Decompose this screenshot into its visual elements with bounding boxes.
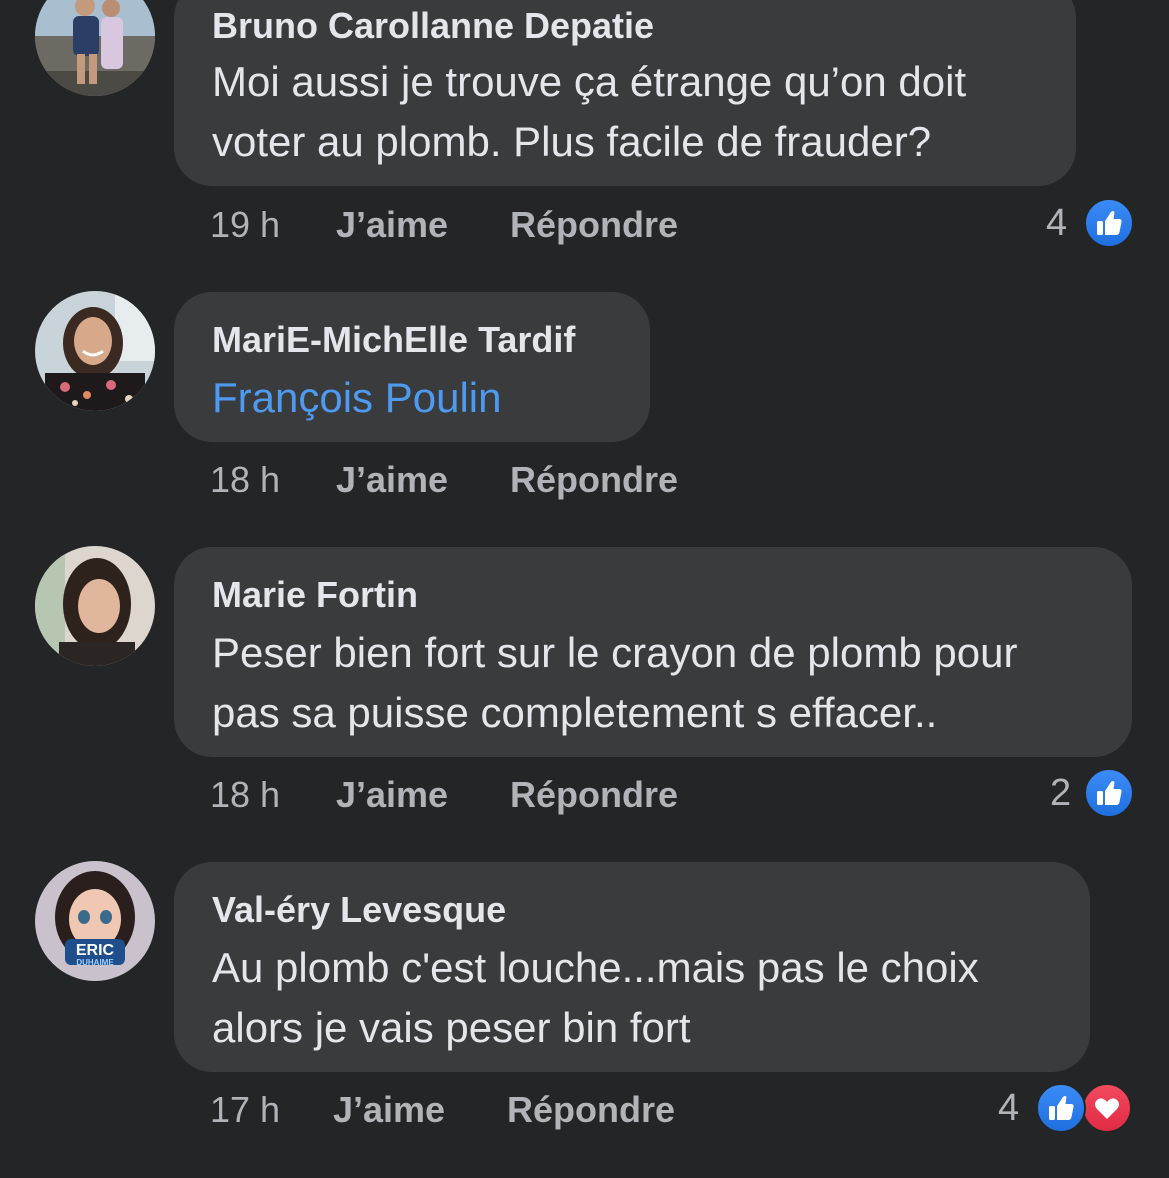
comment-timestamp[interactable]: 18 h [210, 459, 280, 501]
comment-author[interactable]: Marie Fortin [212, 574, 418, 616]
comment-timestamp[interactable]: 18 h [210, 774, 280, 816]
comment-text: Au plomb c'est louche...mais pas le choi… [212, 938, 979, 1058]
svg-text:DUHAIME: DUHAIME [76, 958, 114, 967]
comment-bubble: Marie Fortin Peser bien fort sur le cray… [174, 547, 1132, 757]
reaction-count: 2 [1050, 772, 1072, 814]
svg-text:ERIC: ERIC [76, 942, 115, 959]
like-button[interactable]: J’aime [336, 774, 448, 816]
reaction-count: 4 [998, 1087, 1020, 1129]
like-icon [1084, 768, 1134, 818]
comment-author[interactable]: Bruno Carollanne Depatie [212, 5, 654, 47]
avatar[interactable] [35, 0, 155, 96]
comments-feed: Bruno Carollanne Depatie Moi aussi je tr… [0, 0, 1169, 1178]
comment-bubble: MariE-MichElle Tardif François Poulin [174, 292, 650, 442]
comment-text: Peser bien fort sur le crayon de plomb p… [212, 623, 1017, 743]
reply-button[interactable]: Répondre [510, 459, 678, 501]
comment-text-line: voter au plomb. Plus facile de frauder? [212, 118, 932, 165]
reaction-count: 4 [1046, 202, 1068, 244]
comment-text: François Poulin [212, 368, 501, 428]
like-button[interactable]: J’aime [333, 1089, 445, 1131]
comment-text: Moi aussi je trouve ça étrange qu’on doi… [212, 52, 966, 172]
mention-link[interactable]: François Poulin [212, 368, 501, 428]
comment-text-line: Moi aussi je trouve ça étrange qu’on doi… [212, 58, 967, 105]
reaction-summary[interactable]: 4 [1040, 198, 1140, 250]
reply-button[interactable]: Répondre [510, 774, 678, 816]
like-icon [1036, 1083, 1086, 1133]
comment-author[interactable]: MariE-MichElle Tardif [212, 319, 575, 361]
reply-button[interactable]: Répondre [507, 1089, 675, 1131]
reaction-summary[interactable]: 4 [992, 1083, 1137, 1135]
love-icon [1082, 1083, 1132, 1133]
comment-text-line: alors je vais peser bin fort [212, 1004, 691, 1051]
like-icon [1084, 198, 1134, 248]
avatar[interactable] [35, 546, 155, 666]
avatar[interactable]: ERIC DUHAIME [35, 861, 155, 981]
like-button[interactable]: J’aime [336, 204, 448, 246]
comment-author[interactable]: Val-éry Levesque [212, 889, 506, 931]
comment-bubble: Val-éry Levesque Au plomb c'est louche..… [174, 862, 1090, 1072]
reply-button[interactable]: Répondre [510, 204, 678, 246]
comment-timestamp[interactable]: 17 h [210, 1089, 280, 1131]
comment-bubble: Bruno Carollanne Depatie Moi aussi je tr… [174, 0, 1076, 186]
reaction-summary[interactable]: 2 [1040, 768, 1140, 820]
comment-text-line: Peser bien fort sur le crayon de plomb p… [212, 629, 1018, 676]
comment-text-line: Au plomb c'est louche...mais pas le choi… [212, 944, 979, 991]
comment-text-line: pas sa puisse completement s effacer.. [212, 689, 938, 736]
comment-timestamp[interactable]: 19 h [210, 204, 280, 246]
like-button[interactable]: J’aime [336, 459, 448, 501]
avatar[interactable] [35, 291, 155, 411]
